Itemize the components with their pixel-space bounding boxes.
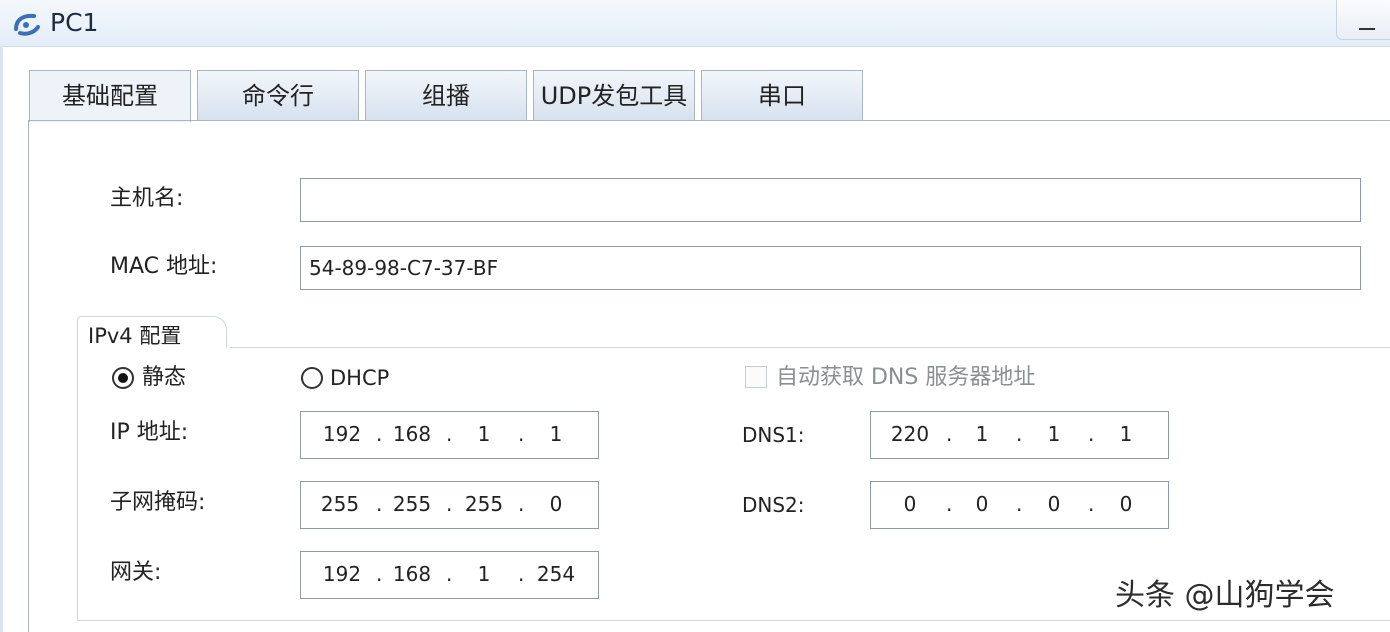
ip-separator: . xyxy=(376,422,383,446)
auto-dns-label: 自动获取 DNS 服务器地址 xyxy=(776,365,1036,390)
ipv4-group-border-left xyxy=(77,347,78,621)
mask-octet-2[interactable]: 255 xyxy=(389,490,435,518)
window-left-edge xyxy=(0,46,3,632)
panel-border-top xyxy=(28,120,1390,121)
dns2-field[interactable]: 0 . 0 . 0 . 0 xyxy=(870,481,1169,529)
ip-octet-4[interactable]: 1 xyxy=(533,420,579,448)
mask-octet-4[interactable]: 0 xyxy=(533,490,579,518)
dns1-octet-3[interactable]: 1 xyxy=(1031,420,1077,448)
dns1-separator: . xyxy=(946,422,953,446)
dns1-octet-2[interactable]: 1 xyxy=(959,420,1005,448)
dns2-separator: . xyxy=(1088,492,1095,516)
dns1-field[interactable]: 220 . 1 . 1 . 1 xyxy=(870,411,1169,459)
ipv4-group-border-top xyxy=(230,347,1390,348)
dns1-separator: . xyxy=(1088,422,1095,446)
static-radio[interactable] xyxy=(112,367,134,389)
gateway-octet-3[interactable]: 1 xyxy=(461,560,507,588)
dns2-octet-2[interactable]: 0 xyxy=(959,490,1005,518)
dns2-separator: . xyxy=(946,492,953,516)
tab-multicast[interactable]: 组播 xyxy=(365,70,527,120)
dns2-octet-1[interactable]: 0 xyxy=(887,490,933,518)
ip-separator: . xyxy=(446,422,453,446)
mac-input[interactable] xyxy=(300,246,1361,290)
minimize-icon xyxy=(1359,28,1375,30)
static-label: 静态 xyxy=(142,365,187,390)
auto-dns-checkbox[interactable] xyxy=(745,366,767,388)
tab-command-line[interactable]: 命令行 xyxy=(197,70,359,120)
mac-label: MAC 地址: xyxy=(110,254,218,279)
subnet-mask-label: 子网掩码: xyxy=(110,490,206,515)
dns2-octet-3[interactable]: 0 xyxy=(1031,490,1077,518)
title-bar: PC1 xyxy=(0,0,1390,47)
tab-udp-tool[interactable]: UDP发包工具 xyxy=(533,70,695,120)
radio-selected-dot xyxy=(118,373,128,383)
ip-address-label: IP 地址: xyxy=(110,420,189,445)
mask-separator: . xyxy=(376,492,383,516)
dns1-label: DNS1: xyxy=(742,423,805,447)
gateway-label: 网关: xyxy=(110,560,162,585)
ipv4-group-title: IPv4 配置 xyxy=(88,324,182,348)
gateway-separator: . xyxy=(518,562,525,586)
hostname-label: 主机名: xyxy=(110,186,184,211)
ip-octet-1[interactable]: 192 xyxy=(319,420,365,448)
mask-separator: . xyxy=(446,492,453,516)
ip-separator: . xyxy=(518,422,525,446)
dns1-octet-1[interactable]: 220 xyxy=(887,420,933,448)
window-title: PC1 xyxy=(50,8,99,37)
dns1-octet-4[interactable]: 1 xyxy=(1103,420,1149,448)
mask-octet-3[interactable]: 255 xyxy=(461,490,507,518)
dhcp-label: DHCP xyxy=(330,366,390,390)
ip-octet-2[interactable]: 168 xyxy=(389,420,435,448)
gateway-field[interactable]: 192 . 168 . 1 . 254 xyxy=(300,551,599,599)
gateway-separator: . xyxy=(446,562,453,586)
gateway-octet-1[interactable]: 192 xyxy=(319,560,365,588)
ipv4-group-border-bottom xyxy=(77,620,1390,621)
gateway-octet-4[interactable]: 254 xyxy=(533,560,579,588)
gateway-octet-2[interactable]: 168 xyxy=(389,560,435,588)
dns2-octet-4[interactable]: 0 xyxy=(1103,490,1149,518)
ip-address-field[interactable]: 192 . 168 . 1 . 1 xyxy=(300,411,599,459)
ip-octet-3[interactable]: 1 xyxy=(461,420,507,448)
subnet-mask-field[interactable]: 255 . 255 . 255 . 0 xyxy=(300,481,599,529)
dns1-separator: . xyxy=(1016,422,1023,446)
tab-basic-config[interactable]: 基础配置 xyxy=(29,70,191,122)
dns2-separator: . xyxy=(1016,492,1023,516)
pc-app-icon xyxy=(14,13,40,36)
minimize-button[interactable] xyxy=(1336,0,1390,40)
dhcp-radio[interactable] xyxy=(301,367,323,389)
hostname-input[interactable] xyxy=(300,178,1361,222)
mask-separator: . xyxy=(518,492,525,516)
mask-octet-1[interactable]: 255 xyxy=(317,490,363,518)
dns2-label: DNS2: xyxy=(742,493,805,517)
tab-serial-port[interactable]: 串口 xyxy=(701,70,863,120)
panel-border-left xyxy=(28,120,29,632)
gateway-separator: . xyxy=(376,562,383,586)
watermark-text: 头条 @山狗学会 xyxy=(1115,578,1335,613)
